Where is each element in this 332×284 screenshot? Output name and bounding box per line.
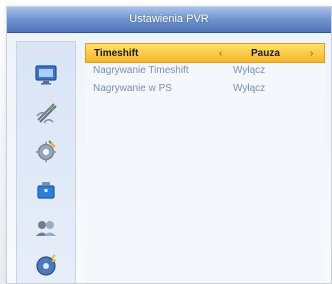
left-arrow-icon[interactable]: ‹ xyxy=(219,48,229,59)
settings-icon[interactable] xyxy=(31,137,61,167)
timeshift-recording-value[interactable]: Wyłącz xyxy=(233,65,265,76)
title-bar: Ustawienia PVR xyxy=(7,7,331,33)
satellite-dish-icon[interactable] xyxy=(31,98,61,128)
timeshift-value[interactable]: Pauza xyxy=(251,48,280,59)
toolbox-icon[interactable] xyxy=(31,175,61,205)
sidebar xyxy=(16,41,76,283)
tv-screen: Ustawienia PVR Timeshift ‹ Pauza › Nagry… xyxy=(0,0,332,284)
tv-icon[interactable] xyxy=(31,60,61,90)
group-icon[interactable] xyxy=(31,213,61,243)
ps-recording-row[interactable]: Nagrywanie w PS Wyłącz xyxy=(85,79,323,97)
timeshift-label: Timeshift xyxy=(94,48,139,59)
pvr-icon[interactable] xyxy=(31,251,61,281)
ps-recording-value[interactable]: Wyłącz xyxy=(233,83,265,94)
window-title: Ustawienia PVR xyxy=(129,13,209,25)
pvr-settings-window: Ustawienia PVR Timeshift ‹ Pauza › Nagry… xyxy=(6,6,332,284)
settings-list: Timeshift ‹ Pauza › Nagrywanie Timeshift… xyxy=(85,41,325,283)
right-arrow-icon[interactable]: › xyxy=(310,48,320,59)
timeshift-row[interactable]: Timeshift ‹ Pauza › xyxy=(85,43,325,63)
timeshift-recording-row[interactable]: Nagrywanie Timeshift Wyłącz xyxy=(85,61,323,79)
timeshift-recording-label: Nagrywanie Timeshift xyxy=(93,65,189,76)
ps-recording-label: Nagrywanie w PS xyxy=(93,83,172,94)
content-area: Timeshift ‹ Pauza › Nagrywanie Timeshift… xyxy=(7,33,331,283)
